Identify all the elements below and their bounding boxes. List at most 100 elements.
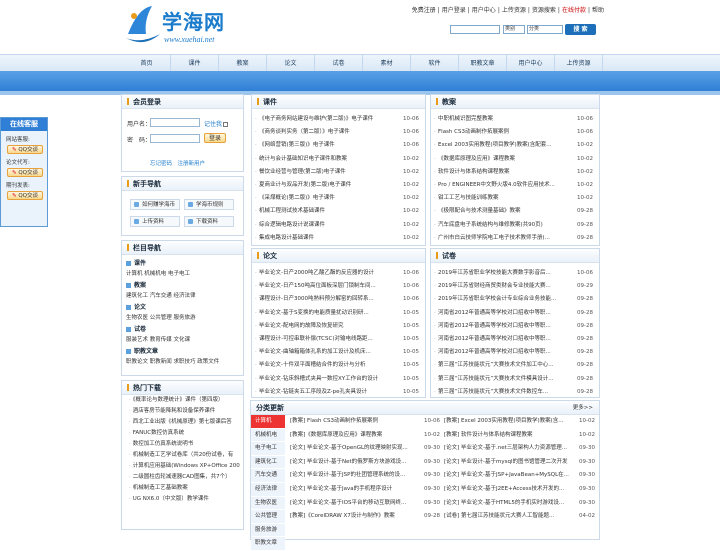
- list-item[interactable]: Flash CS3动画制作拓展案例 10-06: [431, 126, 599, 139]
- category-item[interactable]: [教案] 软件设计与体系结构课程教案: [444, 429, 570, 443]
- item-title[interactable]: 《数据库原理及应用》课程教案: [438, 153, 573, 166]
- hot-download-item[interactable]: 机械制造工艺学试卷库（共20份试卷，有: [122, 450, 243, 461]
- list-item[interactable]: 《商务谈判实务（第二版）》电子课件 10-06: [252, 126, 425, 139]
- column-nav-links[interactable]: 职教论文 职教新闻 求职技巧 政策文件: [126, 357, 243, 365]
- top-link[interactable]: 用户中心: [472, 7, 496, 14]
- item-title[interactable]: 毕业论文-钻链夹五工序段及Z-pe孔夹具设计: [259, 386, 397, 399]
- item-title[interactable]: Flash CS3动画制作拓展案例: [438, 126, 573, 139]
- list-item[interactable]: 毕业论文-配电网的故障及恢复研究 10-05: [252, 320, 425, 333]
- item-title[interactable]: 课程设计-可控串联补偿(TCSC)对输电线路距...: [259, 333, 397, 346]
- list-item[interactable]: 毕业论文-曲轴箱箱体孔系的加工设计及机床... 10-05: [252, 346, 425, 359]
- item-title[interactable]: 2019年江苏省财经商贸类财会专业技能大赛...: [438, 280, 573, 293]
- category-item[interactable]: [论文] 毕业设计-基于mysql的图书馆管理二次开发: [444, 456, 570, 470]
- list-item[interactable]: 毕业论文-钻链夹五工序段及Z-pe孔夹具设计 10-05: [252, 386, 425, 399]
- item-title[interactable]: 餐饮业经营与管理(第二版)电子课件: [259, 166, 397, 179]
- newbie-guide-button[interactable]: 学海币规则: [184, 199, 234, 210]
- column-nav-heading[interactable]: 课件: [126, 258, 243, 267]
- item-title[interactable]: 毕业论文-日产150吨高位面板深层门锁制车间...: [259, 280, 397, 293]
- newbie-guide-button[interactable]: 上传资料: [130, 216, 180, 227]
- nav-item[interactable]: 素材: [363, 55, 411, 72]
- hot-download-item[interactable]: 机械制造工艺基础教案: [122, 483, 243, 494]
- category-tab[interactable]: 职教文章: [251, 537, 285, 551]
- item-title[interactable]: 汽车底盘电子系统结构与维修教案(共90页): [438, 219, 573, 232]
- nav-item[interactable]: 软件: [411, 55, 459, 72]
- top-link[interactable]: 帮助: [592, 7, 604, 14]
- hot-download-item[interactable]: 计算机应用基础(Windows XP+Office 200: [122, 461, 243, 472]
- item-title[interactable]: 夏商业计与双品开发(第二版)电子课件: [259, 179, 397, 192]
- item-title[interactable]: 钳工工艺与技能训练教案: [438, 192, 573, 205]
- item-title[interactable]: 广州市白云技师学院电工电子技术教师手册(...: [438, 232, 573, 245]
- qq-chat-button[interactable]: ✎ QQ交谈: [7, 191, 43, 200]
- list-item[interactable]: 《数据库原理及应用》课程教案 10-02: [431, 153, 599, 166]
- category-item[interactable]: [论文] 毕业论文-基于HTML5的手机实时游戏设...: [444, 497, 570, 511]
- category-item[interactable]: [论文] 毕业论文-基于Java的手机程序设计: [290, 483, 408, 497]
- list-item[interactable]: 毕业论文-日产2000吨乙酸乙酯的反应器的设计 10-06: [252, 267, 425, 280]
- nav-item[interactable]: 用户中心: [507, 55, 555, 72]
- item-title[interactable]: 软件设计与体系结构课程教案: [438, 166, 573, 179]
- nav-item[interactable]: 首页: [123, 55, 171, 72]
- category-item[interactable]: [论文] 毕业论文-基于.net三层架构人力资源管理...: [444, 442, 570, 456]
- category-item[interactable]: [论文] 毕业设计-基于JSP的社团管理系统的设...: [290, 469, 408, 483]
- subcategory-select[interactable]: 分类: [527, 25, 563, 34]
- category-tab[interactable]: 汽车交通: [251, 469, 285, 483]
- category-item[interactable]: [论文] 毕业论文-基于J2EE+Access技术开发的...: [444, 483, 570, 497]
- item-title[interactable]: 河南省2012年普通高等学校对口招收中等职...: [438, 307, 573, 320]
- item-title[interactable]: 课程设计-日产3000吨熟料预分解窑的回转系...: [259, 293, 397, 306]
- category-item[interactable]: [教案] Flash CS3动画制作拓展案例: [290, 415, 408, 429]
- category-tab[interactable]: 计算机: [251, 415, 285, 429]
- list-item[interactable]: 课程设计-日产3000吨熟料预分解窑的回转系... 10-06: [252, 293, 425, 306]
- category-tab[interactable]: 服务旅游: [251, 523, 285, 538]
- list-item[interactable]: 综合逻辑电路设计说课课件 10-02: [252, 219, 425, 232]
- site-logo[interactable]: 学海网 www.xuehai.net: [122, 4, 252, 48]
- list-item[interactable]: 河南省2012年普通高等学校对口招收中等职... 09-28: [431, 333, 599, 346]
- list-item[interactable]: 毕业论文-十件双平面槽结合件的设计与分析 10-05: [252, 359, 425, 372]
- nav-item[interactable]: 试卷: [315, 55, 363, 72]
- item-title[interactable]: 机械工程测试技术基础课件: [259, 205, 397, 218]
- list-item[interactable]: 中职机械识图完整教案 10-06: [431, 113, 599, 126]
- item-title[interactable]: 第三届“江苏技能状元”大赛技术文件模具设计...: [438, 373, 573, 386]
- list-item[interactable]: 夏商业计与双品开发(第二版)电子课件 10-02: [252, 179, 425, 192]
- nav-item[interactable]: 职教文章: [459, 55, 507, 72]
- password-field[interactable]: [150, 134, 200, 143]
- list-item[interactable]: 汽车底盘电子系统结构与维修教案(共90页) 09-28: [431, 219, 599, 232]
- item-title[interactable]: 毕业论文-钻床斜槽式夹具一数控XY工作台的设计: [259, 373, 397, 386]
- nav-item[interactable]: 课件: [171, 55, 219, 72]
- login-button[interactable]: 登录: [204, 133, 226, 143]
- category-tab[interactable]: 经济法律: [251, 482, 285, 497]
- item-title[interactable]: 《电子商务网站建设与维护(第二版)》电子课件: [259, 113, 397, 126]
- newbie-guide-button[interactable]: 如何赚学海币: [130, 199, 180, 210]
- category-item[interactable]: [论文] 毕业设计-基于Net的俄罗斯方块游戏设...: [290, 456, 408, 470]
- list-item[interactable]: 集成电路设计基础课件 10-02: [252, 232, 425, 245]
- column-nav-links[interactable]: 生物农医 公共管理 服务旅游: [126, 313, 243, 321]
- category-item[interactable]: [教案]《CorelDRAW X7设计与制作》教案: [290, 510, 408, 524]
- list-item[interactable]: 《极限配合与技术测量基础》教案 09-28: [431, 205, 599, 218]
- search-input[interactable]: [450, 25, 500, 34]
- list-item[interactable]: 餐饮业经营与管理(第二版)电子课件 10-02: [252, 166, 425, 179]
- list-item[interactable]: 第三届“江苏技能状元”大赛技术文件加工中心... 09-28: [431, 359, 599, 372]
- list-item[interactable]: 2019年江苏省职业学校技能大赛数字影音后... 10-06: [431, 267, 599, 280]
- category-item[interactable]: [试卷] 第七届江苏技能状元大赛人工智能题...: [444, 510, 570, 524]
- category-item[interactable]: [论文] 毕业论文-基于IOS平台的移动互联网终...: [290, 497, 408, 511]
- item-title[interactable]: 河南省2012年普通高等学校对口招收中等职...: [438, 333, 573, 346]
- list-item[interactable]: 河南省2012年普通高等学校对口招收中等职... 09-28: [431, 346, 599, 359]
- list-item[interactable]: 毕业论文-基于S变换的电能质量扰动识别研... 10-05: [252, 307, 425, 320]
- item-title[interactable]: 毕业论文-日产2000吨乙酸乙酯的反应器的设计: [259, 267, 397, 280]
- category-tab[interactable]: 公共管理: [251, 510, 285, 524]
- list-item[interactable]: 课程设计-可控串联补偿(TCSC)对输电线路距... 10-05: [252, 333, 425, 346]
- list-item[interactable]: 河南省2012年普通高等学校对口招收中等职... 09-28: [431, 320, 599, 333]
- item-title[interactable]: 《商务谈判实务（第二版）》电子课件: [259, 126, 397, 139]
- list-item[interactable]: 广州市白云技师学院电工电子技术教师手册(... 09-28: [431, 232, 599, 245]
- list-item[interactable]: 2019年江苏省职业学校会计专业综合业务技能... 09-28: [431, 293, 599, 306]
- more-link[interactable]: 更多>>: [573, 401, 593, 415]
- item-title[interactable]: 第三届“江苏技能状元”大赛技术文件数控车...: [438, 386, 573, 399]
- item-title[interactable]: 毕业论文-配电网的故障及恢复研究: [259, 320, 397, 333]
- category-tab[interactable]: 机械机电: [251, 428, 285, 443]
- newbie-guide-button[interactable]: 下载资料: [184, 216, 234, 227]
- list-item[interactable]: 第三届“江苏技能状元”大赛技术文件数控车... 09-28: [431, 386, 599, 399]
- item-title[interactable]: 统计与会计基础知识电子课件和教案: [259, 153, 397, 166]
- list-item[interactable]: Excel 2003实用教程(项目教学)教案(含配套... 10-02: [431, 139, 599, 152]
- item-title[interactable]: 毕业论文-基于S变换的电能质量扰动识别研...: [259, 307, 397, 320]
- list-item[interactable]: 软件设计与体系结构课程教案 10-02: [431, 166, 599, 179]
- item-title[interactable]: 河南省2012年普通高等学校对口招收中等职...: [438, 346, 573, 359]
- hot-download-item[interactable]: 酒店客房节能降耗和设备保养课件: [122, 406, 243, 417]
